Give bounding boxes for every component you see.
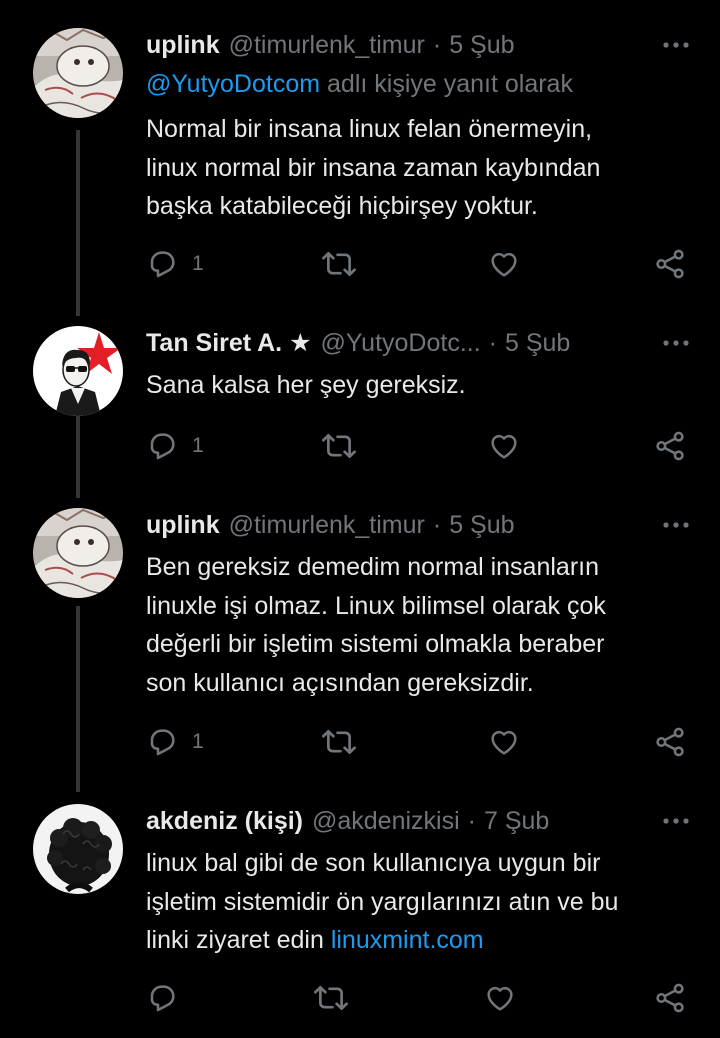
reply-count: 1 xyxy=(192,252,204,275)
share-button[interactable] xyxy=(654,724,686,760)
share-icon xyxy=(654,430,686,462)
share-button[interactable] xyxy=(654,246,686,282)
more-icon[interactable] xyxy=(646,508,690,542)
separator-dot: · xyxy=(432,510,442,539)
retweet-icon xyxy=(322,247,356,281)
share-button[interactable] xyxy=(654,980,686,1016)
tweet[interactable]: Tan Siret A. ★ @YutyoDotc... · 5 Şub San… xyxy=(0,326,720,476)
reply-icon xyxy=(146,248,178,280)
retweet-icon xyxy=(314,981,348,1015)
more-icon[interactable] xyxy=(646,326,690,360)
reply-button[interactable]: 1 xyxy=(146,246,204,282)
tweet-text-line: başka katabileceği hiçbirşey yoktur. xyxy=(146,192,538,220)
user-handle[interactable]: @timurlenk_timur xyxy=(229,31,425,60)
user-handle[interactable]: @akdenizkisi xyxy=(312,807,460,836)
like-button[interactable] xyxy=(488,246,520,282)
tweet-header: Tan Siret A. ★ @YutyoDotc... · 5 Şub xyxy=(146,326,690,360)
replying-to-suffix: adlı kişiye yanıt olarak xyxy=(327,70,573,98)
external-link[interactable]: linuxmint.com xyxy=(331,926,484,954)
tweet-text-line: Sana kalsa her şey gereksiz. xyxy=(146,371,466,399)
retweet-icon xyxy=(322,725,356,759)
tweet[interactable]: akdeniz (kişi) @akdenizkisi · 7 Şub linu… xyxy=(0,804,720,1034)
reply-button[interactable]: 1 xyxy=(146,724,204,760)
share-icon xyxy=(654,248,686,280)
share-icon xyxy=(654,982,686,1014)
avatar[interactable] xyxy=(33,804,123,894)
tweet-text-line: Ben gereksiz demedim normal insanların xyxy=(146,553,599,581)
display-name[interactable]: uplink xyxy=(146,511,220,540)
tweet-text-line: linki ziyaret edin linuxmint.com xyxy=(146,921,690,960)
tweet-text-line: Normal bir insana linux felan önermeyin, xyxy=(146,115,593,143)
tweet-text-line: linuxle işi olmaz. Linux bilimsel olarak… xyxy=(146,591,606,620)
separator-dot: · xyxy=(488,328,497,357)
tweet-text-line: son kullanıcı açısından gereksizdir. xyxy=(146,668,534,697)
share-button[interactable] xyxy=(654,428,686,464)
avatar[interactable] xyxy=(33,326,123,416)
avatar[interactable] xyxy=(33,508,123,598)
tweet-text: Sana kalsa her şey gereksiz. xyxy=(146,366,690,405)
replying-to: @YutyoDotcom adlı kişiye yanıt olarak xyxy=(146,70,573,99)
user-handle[interactable]: @YutyoDotc... xyxy=(321,329,481,358)
tweet-header: uplink @timurlenk_timur · 5 Şub xyxy=(146,28,690,62)
tweet-header: uplink @timurlenk_timur · 5 Şub xyxy=(146,508,690,542)
tweet[interactable]: uplink @timurlenk_timur · 5 Şub @YutyoDo… xyxy=(0,28,720,298)
tweet-text: Ben gereksiz demedim normal insanların l… xyxy=(146,548,690,702)
tweet-text-line: linux bal gibi de son kullanıcıya uygun … xyxy=(146,849,601,877)
user-handle[interactable]: @timurlenk_timur xyxy=(229,511,425,540)
retweet-button[interactable] xyxy=(314,980,348,1016)
like-icon xyxy=(488,248,520,280)
retweet-icon xyxy=(322,429,356,463)
more-icon[interactable] xyxy=(646,804,690,838)
tweet-text-fragment: linki ziyaret edin xyxy=(146,926,331,954)
reply-icon xyxy=(146,982,178,1014)
action-bar xyxy=(146,980,690,1016)
reply-button[interactable] xyxy=(146,980,192,1016)
like-icon xyxy=(484,982,516,1014)
tweet-text-line: değerli bir işletim sistemi olmakla bera… xyxy=(146,630,605,658)
like-button[interactable] xyxy=(484,980,516,1016)
reply-button[interactable]: 1 xyxy=(146,428,204,464)
retweet-button[interactable] xyxy=(322,428,356,464)
like-button[interactable] xyxy=(488,428,520,464)
separator-dot: · xyxy=(467,806,476,835)
avatar[interactable] xyxy=(33,28,123,118)
like-button[interactable] xyxy=(488,724,520,760)
separator-dot: · xyxy=(432,30,442,59)
reply-icon xyxy=(146,726,178,758)
retweet-button[interactable] xyxy=(322,246,356,282)
replying-to-user-link[interactable]: @YutyoDotcom xyxy=(146,70,320,98)
tweet-text-line: linux normal bir insana zaman kaybından xyxy=(146,153,601,182)
action-bar: 1 xyxy=(146,246,690,282)
reply-count: 1 xyxy=(192,730,204,753)
tweet-date[interactable]: 7 Şub xyxy=(484,807,549,836)
display-name[interactable]: Tan Siret A. ★ xyxy=(146,328,312,358)
share-icon xyxy=(654,726,686,758)
like-icon xyxy=(488,430,520,462)
retweet-button[interactable] xyxy=(322,724,356,760)
tweet-date[interactable]: 5 Şub xyxy=(505,329,570,358)
tweet-header: akdeniz (kişi) @akdenizkisi · 7 Şub xyxy=(146,804,690,838)
tweet-text: linux bal gibi de son kullanıcıya uygun … xyxy=(146,844,690,960)
tweet[interactable]: uplink @timurlenk_timur · 5 Şub Ben gere… xyxy=(0,508,720,778)
tweet-date[interactable]: 5 Şub xyxy=(449,511,514,540)
tweet-text: Normal bir insana linux felan önermeyin,… xyxy=(146,110,690,226)
like-icon xyxy=(488,726,520,758)
reply-icon xyxy=(146,430,178,462)
action-bar: 1 xyxy=(146,724,690,760)
tweet-text-line: işletim sistemidir ön yargılarınızı atın… xyxy=(146,887,619,916)
tweet-date[interactable]: 5 Şub xyxy=(449,31,514,60)
action-bar: 1 xyxy=(146,428,690,464)
reply-count: 1 xyxy=(192,434,204,457)
more-icon[interactable] xyxy=(646,28,690,62)
display-name[interactable]: akdeniz (kişi) xyxy=(146,807,303,836)
display-name[interactable]: uplink xyxy=(146,31,220,60)
